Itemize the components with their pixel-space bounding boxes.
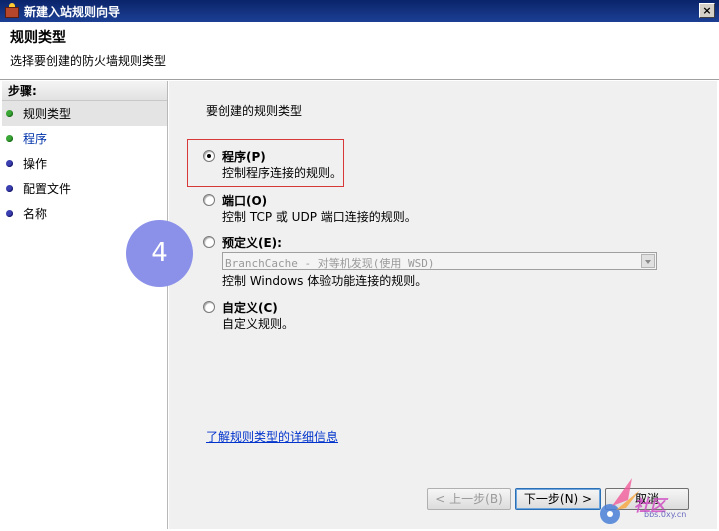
main-panel: 要创建的规则类型 程序(P) 控制程序连接的规则。 端口(O) 控制 TCP 或… bbox=[169, 81, 717, 529]
program-radio[interactable] bbox=[203, 150, 215, 162]
step-profile[interactable]: 配置文件 bbox=[2, 176, 167, 201]
watermark-logo: 社区 bbs.0xy.cn bbox=[598, 470, 716, 528]
chevron-down-icon[interactable] bbox=[641, 254, 655, 268]
step-label: 名称 bbox=[23, 207, 48, 221]
step-number-badge: 4 bbox=[126, 220, 193, 287]
step-label: 操作 bbox=[23, 157, 48, 171]
option-title: 自定义(C) bbox=[222, 301, 278, 315]
step-pending-dot-icon bbox=[6, 185, 13, 192]
option-desc: 控制 TCP 或 UDP 端口连接的规则。 bbox=[222, 210, 417, 224]
step-label: 配置文件 bbox=[23, 182, 72, 196]
steps-title: 步骤: bbox=[2, 81, 167, 101]
option-desc: 控制程序连接的规则。 bbox=[222, 166, 343, 180]
window-title: 新建入站规则向导 bbox=[24, 4, 121, 19]
option-desc: 自定义规则。 bbox=[222, 317, 295, 331]
option-desc: 控制 Windows 体验功能连接的规则。 bbox=[222, 274, 428, 288]
predefined-combo[interactable]: BranchCache - 对等机发现(使用 WSD) bbox=[222, 252, 657, 270]
predefined-radio[interactable] bbox=[203, 236, 215, 248]
step-action[interactable]: 操作 bbox=[2, 151, 167, 176]
title-bar: 新建入站规则向导 × bbox=[0, 0, 719, 22]
step-pending-dot-icon bbox=[6, 160, 13, 167]
combo-value: BranchCache - 对等机发现(使用 WSD) bbox=[225, 257, 435, 270]
close-button[interactable]: × bbox=[699, 3, 715, 18]
step-rule-type[interactable]: 规则类型 bbox=[2, 101, 167, 126]
step-program[interactable]: 程序 bbox=[2, 126, 167, 151]
step-label: 程序 bbox=[23, 132, 48, 146]
watermark-url: bbs.0xy.cn bbox=[644, 510, 687, 519]
learn-more-link[interactable]: 了解规则类型的详细信息 bbox=[206, 428, 338, 445]
firewall-icon bbox=[4, 3, 20, 19]
back-button[interactable]: < 上一步(B) bbox=[427, 488, 511, 510]
step-complete-dot-icon bbox=[6, 135, 13, 142]
page-title: 规则类型 bbox=[10, 30, 66, 46]
option-title: 预定义(E): bbox=[222, 236, 282, 250]
option-title: 端口(O) bbox=[222, 194, 268, 208]
step-label: 规则类型 bbox=[23, 107, 72, 121]
option-title: 程序(P) bbox=[222, 150, 266, 164]
steps-sidebar: 步骤: 规则类型 程序 操作 配置文件 名称 bbox=[2, 81, 168, 529]
next-button[interactable]: 下一步(N) > bbox=[515, 488, 601, 510]
page-subtitle: 选择要创建的防火墙规则类型 bbox=[10, 54, 167, 68]
wizard-header: 规则类型 选择要创建的防火墙规则类型 bbox=[0, 22, 719, 80]
port-radio[interactable] bbox=[203, 194, 215, 206]
step-name[interactable]: 名称 bbox=[2, 201, 167, 226]
step-pending-dot-icon bbox=[6, 210, 13, 217]
custom-radio[interactable] bbox=[203, 301, 215, 313]
step-complete-dot-icon bbox=[6, 110, 13, 117]
rule-type-question: 要创建的规则类型 bbox=[206, 104, 303, 118]
